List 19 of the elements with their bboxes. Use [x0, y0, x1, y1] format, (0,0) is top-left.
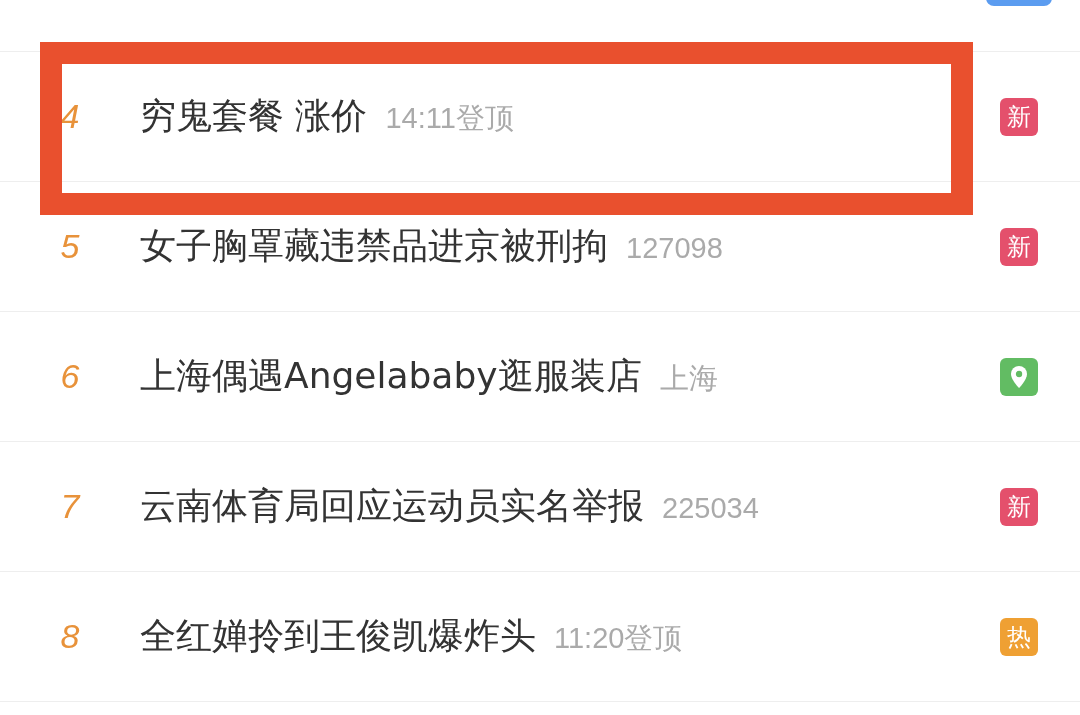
item-meta: 上海 — [659, 361, 718, 396]
item-meta: 127098 — [626, 232, 723, 265]
item-title: 上海偶遇Angelababy逛服装店 — [140, 354, 642, 398]
item-meta: 14:11登顶 — [385, 101, 514, 136]
item-meta: 11:20登顶 — [554, 621, 683, 656]
badge: 新 — [1000, 97, 1038, 136]
item-title: 穷鬼套餐 涨价 — [140, 94, 368, 138]
badge: 热 — [1000, 617, 1038, 656]
rank-number: 6 — [59, 357, 81, 396]
badge: 新 — [1000, 487, 1038, 526]
rank-number: 5 — [59, 227, 81, 266]
item-meta: 225034 — [662, 492, 759, 525]
item-title: 全红婵拎到王俊凯爆炸头 — [140, 614, 536, 658]
rank-number: 7 — [59, 487, 82, 526]
rank-number: 4 — [59, 97, 81, 136]
item-title: 女子胸罩藏违禁品进京被刑拘 — [140, 224, 608, 268]
item-title: 云南体育局回应运动员实名举报 — [140, 484, 644, 528]
badge: 新 — [1000, 227, 1038, 266]
rank-number: 8 — [59, 617, 81, 656]
